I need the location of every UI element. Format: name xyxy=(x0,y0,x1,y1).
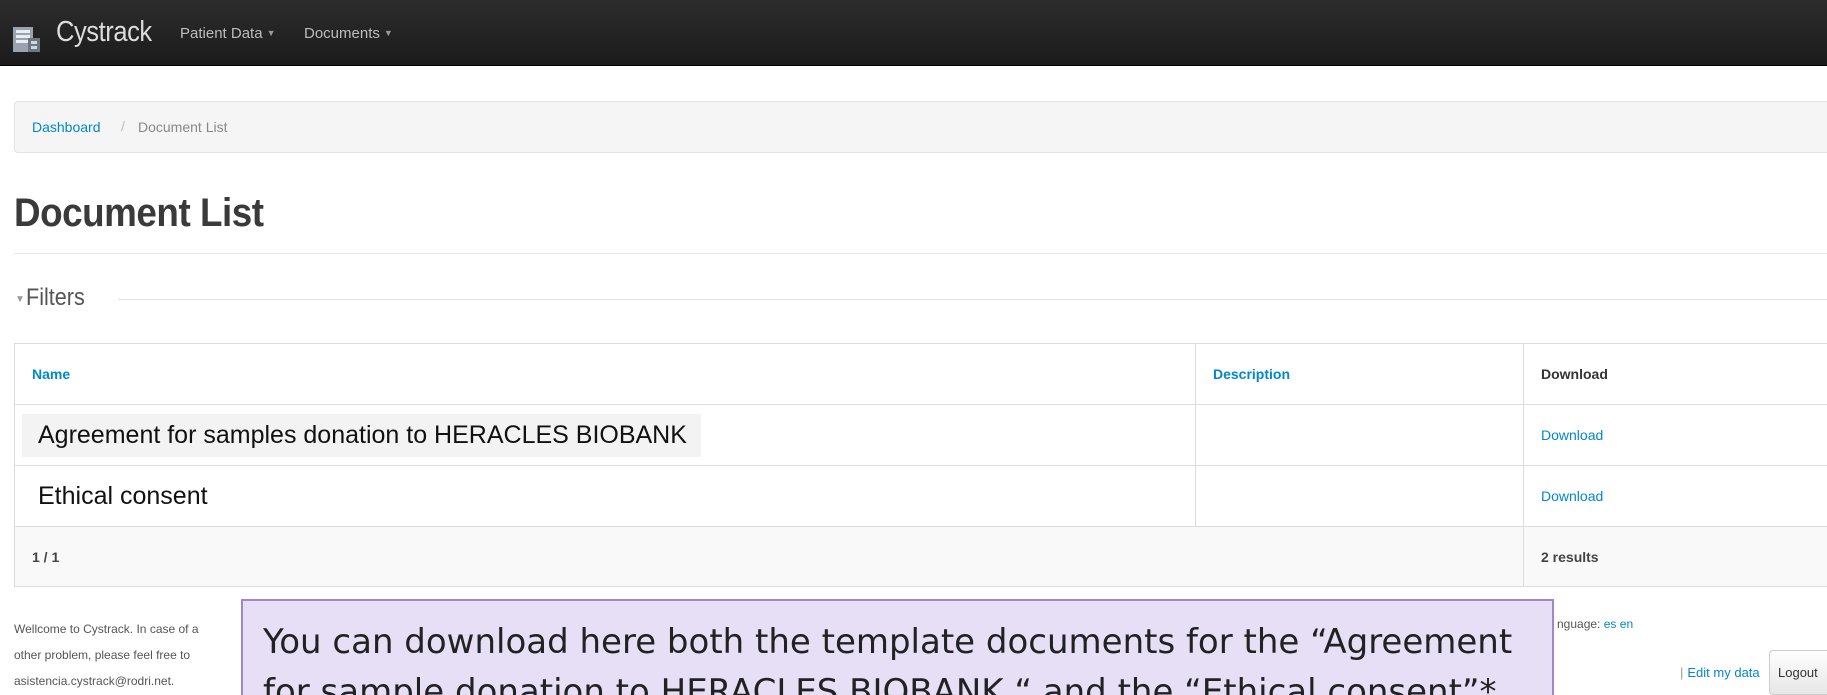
caret-down-icon: ▼ xyxy=(383,28,393,38)
language-es-link[interactable]: es xyxy=(1604,617,1617,631)
document-name: Ethical consent xyxy=(38,481,208,510)
table-footer-row: 1 / 1 2 results xyxy=(14,526,1827,587)
table-row: Ethical consent Download xyxy=(14,465,1827,527)
column-header-description-label[interactable]: Description xyxy=(1213,366,1290,382)
edit-my-data: | Edit my data xyxy=(1680,665,1760,680)
filters-toggle[interactable]: Filters xyxy=(26,284,85,312)
download-link[interactable]: Download xyxy=(1541,488,1603,504)
footer-welcome-text: Wellcome to Cystrack. In case of a other… xyxy=(14,616,244,694)
top-navbar: Cystrack Patient Data ▼ Documents ▼ xyxy=(0,0,1827,66)
menu-patient-data[interactable]: Patient Data ▼ xyxy=(180,25,275,42)
edit-my-data-link[interactable]: Edit my data xyxy=(1687,665,1759,680)
breadcrumb: Dashboard / Document List xyxy=(14,101,1827,153)
filters-toggle-icon[interactable]: ▼ xyxy=(15,294,25,305)
annotation-callout: You can download here both the template … xyxy=(241,599,1554,695)
breadcrumb-dashboard-link[interactable]: Dashboard xyxy=(32,119,101,135)
table-cell-name: Agreement for samples donation to HERACL… xyxy=(14,404,1196,466)
language-label: nguage: xyxy=(1557,617,1601,631)
column-header-download-label: Download xyxy=(1541,366,1608,382)
menu-patient-data-label: Patient Data xyxy=(180,25,263,42)
table-cell-name: Ethical consent xyxy=(14,465,1196,527)
table-cell-description xyxy=(1195,404,1524,466)
separator-pipe: | xyxy=(1680,665,1684,680)
brand-link[interactable]: Cystrack xyxy=(56,16,152,49)
table-cell-download: Download xyxy=(1523,404,1827,466)
download-link[interactable]: Download xyxy=(1541,427,1603,443)
breadcrumb-current: Document List xyxy=(138,119,228,135)
document-name: Agreement for samples donation to HERACL… xyxy=(22,413,701,457)
title-divider xyxy=(14,253,1827,254)
page-title: Document List xyxy=(14,191,264,235)
column-header-download: Download xyxy=(1523,343,1827,405)
footer-welcome-line: other problem, please feel free to xyxy=(14,648,191,662)
footer-welcome-line: Wellcome to Cystrack. In case of a xyxy=(14,622,199,636)
language-en-link[interactable]: en xyxy=(1620,617,1633,631)
column-header-name[interactable]: Name xyxy=(14,343,1196,405)
building-icon xyxy=(13,27,40,52)
menu-documents[interactable]: Documents ▼ xyxy=(304,25,393,42)
column-header-name-label[interactable]: Name xyxy=(32,366,70,382)
language-selector: nguage: es en xyxy=(1557,617,1633,631)
table-cell-download: Download xyxy=(1523,465,1827,527)
table-header-row: Name Description Download xyxy=(14,343,1827,405)
document-table: Name Description Download Agreement for … xyxy=(14,343,1827,587)
column-header-description[interactable]: Description xyxy=(1195,343,1524,405)
table-row: Agreement for samples donation to HERACL… xyxy=(14,404,1827,466)
filters-divider xyxy=(118,299,1827,300)
logout-button[interactable]: Logout xyxy=(1769,650,1827,695)
footer-support-email: asistencia.cystrack@rodri.net. xyxy=(14,674,175,688)
breadcrumb-separator: / xyxy=(121,118,125,134)
menu-documents-label: Documents xyxy=(304,25,380,42)
results-count: 2 results xyxy=(1523,526,1827,587)
caret-down-icon: ▼ xyxy=(266,28,276,38)
table-cell-description xyxy=(1195,465,1524,527)
pagination-info: 1 / 1 xyxy=(14,526,1524,587)
